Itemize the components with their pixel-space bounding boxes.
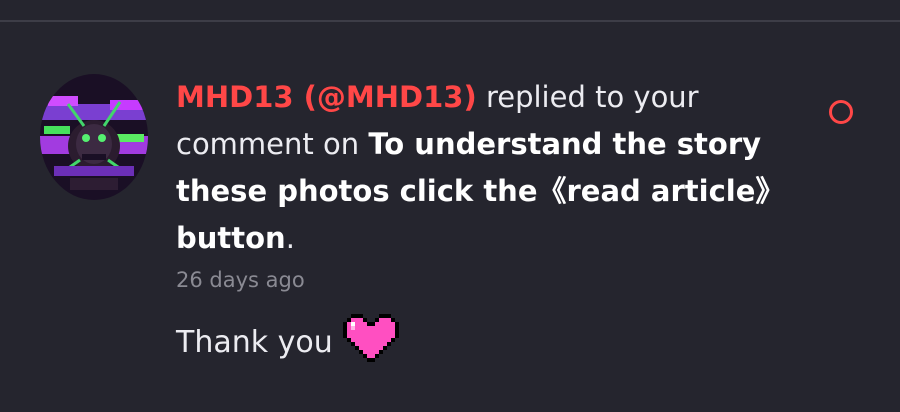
unread-dot-icon[interactable] [829, 100, 853, 124]
username-link[interactable]: MHD13 (@MHD13) [176, 80, 477, 114]
reply-text: Thank you [176, 324, 333, 360]
pixel-heart-icon [342, 314, 399, 370]
notification-item[interactable]: MHD13 (@MHD13) replied to your comment o… [0, 22, 900, 412]
top-divider [0, 0, 900, 22]
notification-message: MHD13 (@MHD13) replied to your comment o… [176, 74, 796, 262]
end-punctuation: . [285, 221, 295, 255]
notification-content: MHD13 (@MHD13) replied to your comment o… [176, 74, 796, 370]
reply-preview: Thank you [176, 314, 796, 370]
avatar-image [40, 74, 148, 200]
timestamp: 26 days ago [176, 268, 305, 292]
avatar[interactable] [40, 74, 148, 200]
